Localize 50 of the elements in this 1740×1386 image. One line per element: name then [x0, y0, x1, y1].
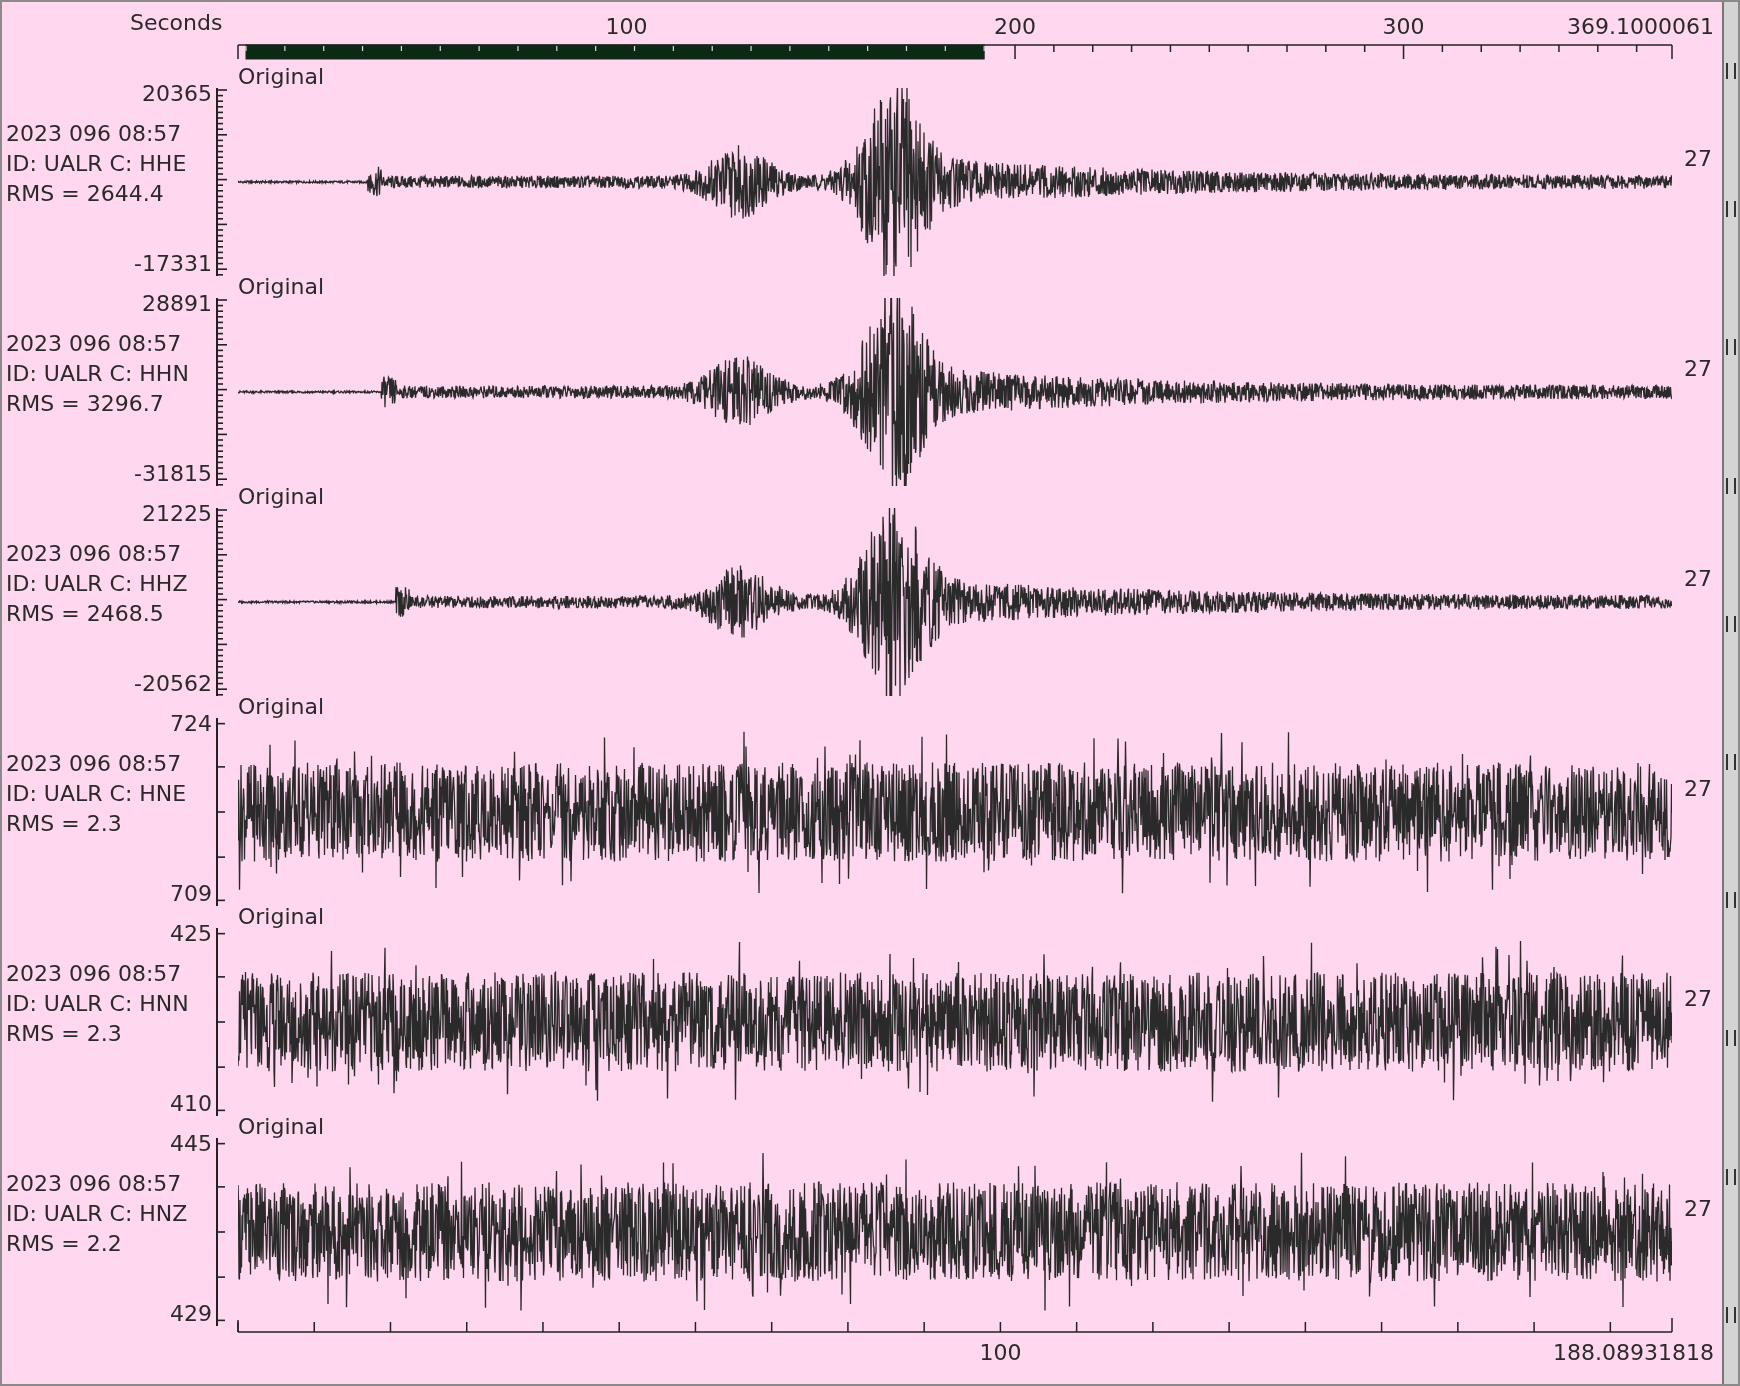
trace-time: 2023 096 08:57 [6, 120, 183, 148]
channel-id: ID: UALR C: HNE [6, 780, 188, 808]
tick-label: 100 [605, 14, 648, 39]
trace-count: 27 [1683, 986, 1713, 1011]
rms-value: RMS = 2468.5 [6, 600, 165, 628]
trace-count: 27 [1683, 566, 1713, 591]
trace-count: 27 [1683, 146, 1713, 171]
channel-id: ID: UALR C: HNZ [6, 1200, 189, 1228]
amplitude-min: -17331 [134, 252, 213, 276]
rms-value: RMS = 2.3 [6, 810, 123, 838]
filter-label: Original [238, 276, 325, 298]
trace-time: 2023 096 08:57 [6, 750, 183, 778]
amplitude-max: 724 [170, 712, 213, 736]
amplitude-max: 445 [170, 1132, 213, 1156]
filter-label: Original [238, 1116, 325, 1138]
amplitude-min: -31815 [134, 462, 213, 486]
tick-label: 188.08931818 [1553, 1340, 1714, 1365]
trace-time: 2023 096 08:57 [6, 1170, 183, 1198]
amplitude-min: 709 [170, 882, 213, 906]
channel-id: ID: UALR C: HHZ [6, 570, 189, 598]
axis-title: Seconds [130, 10, 223, 35]
amplitude-max: 21225 [142, 502, 213, 526]
amplitude-min: 410 [170, 1092, 213, 1116]
amplitude-min: 429 [170, 1302, 213, 1326]
filter-label: Original [238, 906, 325, 928]
trace-count: 27 [1683, 356, 1713, 381]
rms-value: RMS = 2.3 [6, 1020, 123, 1048]
tick-label: 300 [1382, 14, 1425, 39]
rms-value: RMS = 2.2 [6, 1230, 123, 1258]
trace-time: 2023 096 08:57 [6, 330, 183, 358]
trace-time: 2023 096 08:57 [6, 540, 183, 568]
rms-value: RMS = 3296.7 [6, 390, 165, 418]
amplitude-max: 28891 [142, 292, 213, 316]
trace-count: 27 [1683, 776, 1713, 801]
trace-count: 27 [1683, 1196, 1713, 1221]
time-range-bar[interactable] [245, 44, 985, 60]
channel-id: ID: UALR C: HNN [6, 990, 190, 1018]
rms-value: RMS = 2644.4 [6, 180, 165, 208]
tick-label: 200 [994, 14, 1037, 39]
channel-id: ID: UALR C: HHN [6, 360, 190, 388]
trace-time: 2023 096 08:57 [6, 960, 183, 988]
amplitude-min: -20562 [134, 672, 213, 696]
filter-label: Original [238, 66, 325, 88]
amplitude-max: 425 [170, 922, 213, 946]
filter-label: Original [238, 696, 325, 718]
channel-id: ID: UALR C: HHE [6, 150, 188, 178]
amplitude-max: 20365 [142, 82, 213, 106]
tick-label: 100 [979, 1340, 1022, 1365]
tick-label: 369.1000061 [1567, 14, 1714, 39]
filter-label: Original [238, 486, 325, 508]
